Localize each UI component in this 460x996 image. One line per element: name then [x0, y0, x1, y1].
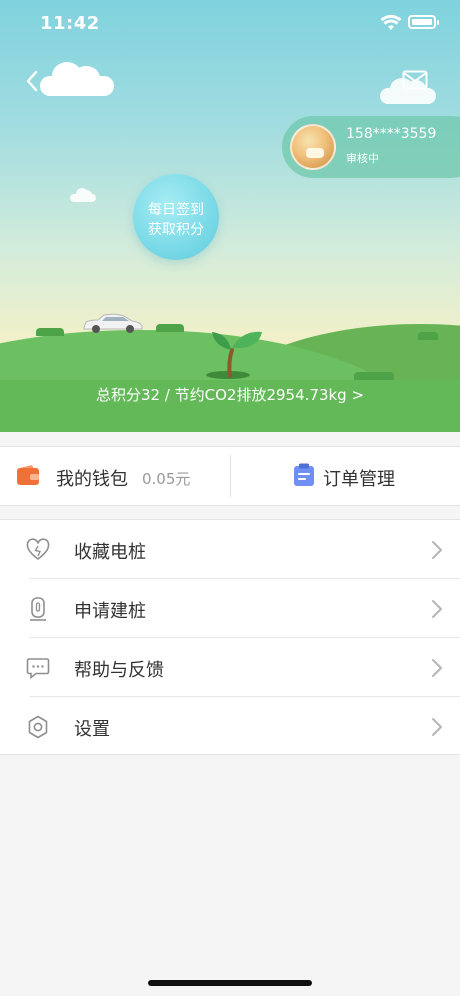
grass-decoration — [36, 328, 64, 336]
wallet-label: 我的钱包 — [56, 469, 128, 490]
wallet-balance: 0.05元 — [142, 470, 191, 488]
chevron-right-icon — [432, 659, 442, 677]
chevron-right-icon — [432, 541, 442, 559]
hero-banner: 11:42 158****3559 审核中 每日签到 获取积分 总积分32 / … — [0, 0, 460, 432]
menu-item-favorite-chargers[interactable]: 收藏电桩 — [0, 520, 460, 579]
daily-checkin-button[interactable]: 每日签到 获取积分 — [133, 174, 219, 260]
order-management-label: 订单管理 — [323, 469, 395, 490]
gear-icon — [28, 715, 48, 739]
status-time: 11:42 — [40, 13, 100, 34]
grass-decoration — [418, 332, 438, 340]
sprout-illustration — [206, 331, 262, 379]
charger-icon — [30, 597, 46, 621]
user-profile-chip[interactable]: 158****3559 审核中 — [282, 116, 460, 178]
car-illustration — [83, 313, 143, 333]
grass-decoration — [354, 372, 394, 380]
menu-item-label: 收藏电桩 — [74, 542, 146, 563]
back-button[interactable] — [22, 66, 42, 96]
menu-item-settings[interactable]: 设置 — [0, 697, 460, 756]
mail-icon[interactable] — [402, 70, 428, 90]
user-verification-status: 审核中 — [346, 152, 379, 165]
battery-icon — [408, 15, 439, 29]
status-bar: 11:42 — [0, 0, 460, 48]
wallet-icon — [17, 465, 39, 485]
home-indicator[interactable] — [148, 980, 312, 986]
menu-item-label: 设置 — [74, 719, 110, 740]
wallet-bar: 我的钱包 0.05元 订单管理 — [0, 446, 460, 506]
wallet-button[interactable]: 我的钱包 0.05元 — [0, 447, 230, 505]
menu-item-help-feedback[interactable]: 帮助与反馈 — [0, 638, 460, 697]
menu-item-label: 帮助与反馈 — [74, 660, 164, 681]
chat-icon — [26, 658, 50, 680]
chevron-right-icon — [432, 600, 442, 618]
grass-decoration — [156, 324, 184, 332]
user-phone: 158****3559 — [346, 126, 437, 142]
cloud-decoration — [380, 78, 436, 104]
wifi-icon — [380, 14, 402, 30]
order-management-button[interactable]: 订单管理 — [231, 447, 460, 505]
heart-icon — [26, 538, 50, 561]
avatar[interactable] — [290, 124, 336, 170]
menu-list: 收藏电桩 申请建桩 帮助与反馈 设置 — [0, 519, 460, 755]
cloud-decoration — [70, 188, 96, 202]
points-summary-link[interactable]: 总积分32 / 节约CO2排放2954.73kg > — [0, 384, 460, 405]
cloud-decoration — [40, 62, 114, 96]
checkin-label: 每日签到 — [148, 202, 204, 218]
menu-item-label: 申请建桩 — [74, 601, 146, 622]
chevron-right-icon — [432, 718, 442, 736]
clipboard-icon — [294, 463, 314, 486]
checkin-sublabel: 获取积分 — [148, 222, 204, 238]
menu-item-apply-charger[interactable]: 申请建桩 — [0, 579, 460, 638]
